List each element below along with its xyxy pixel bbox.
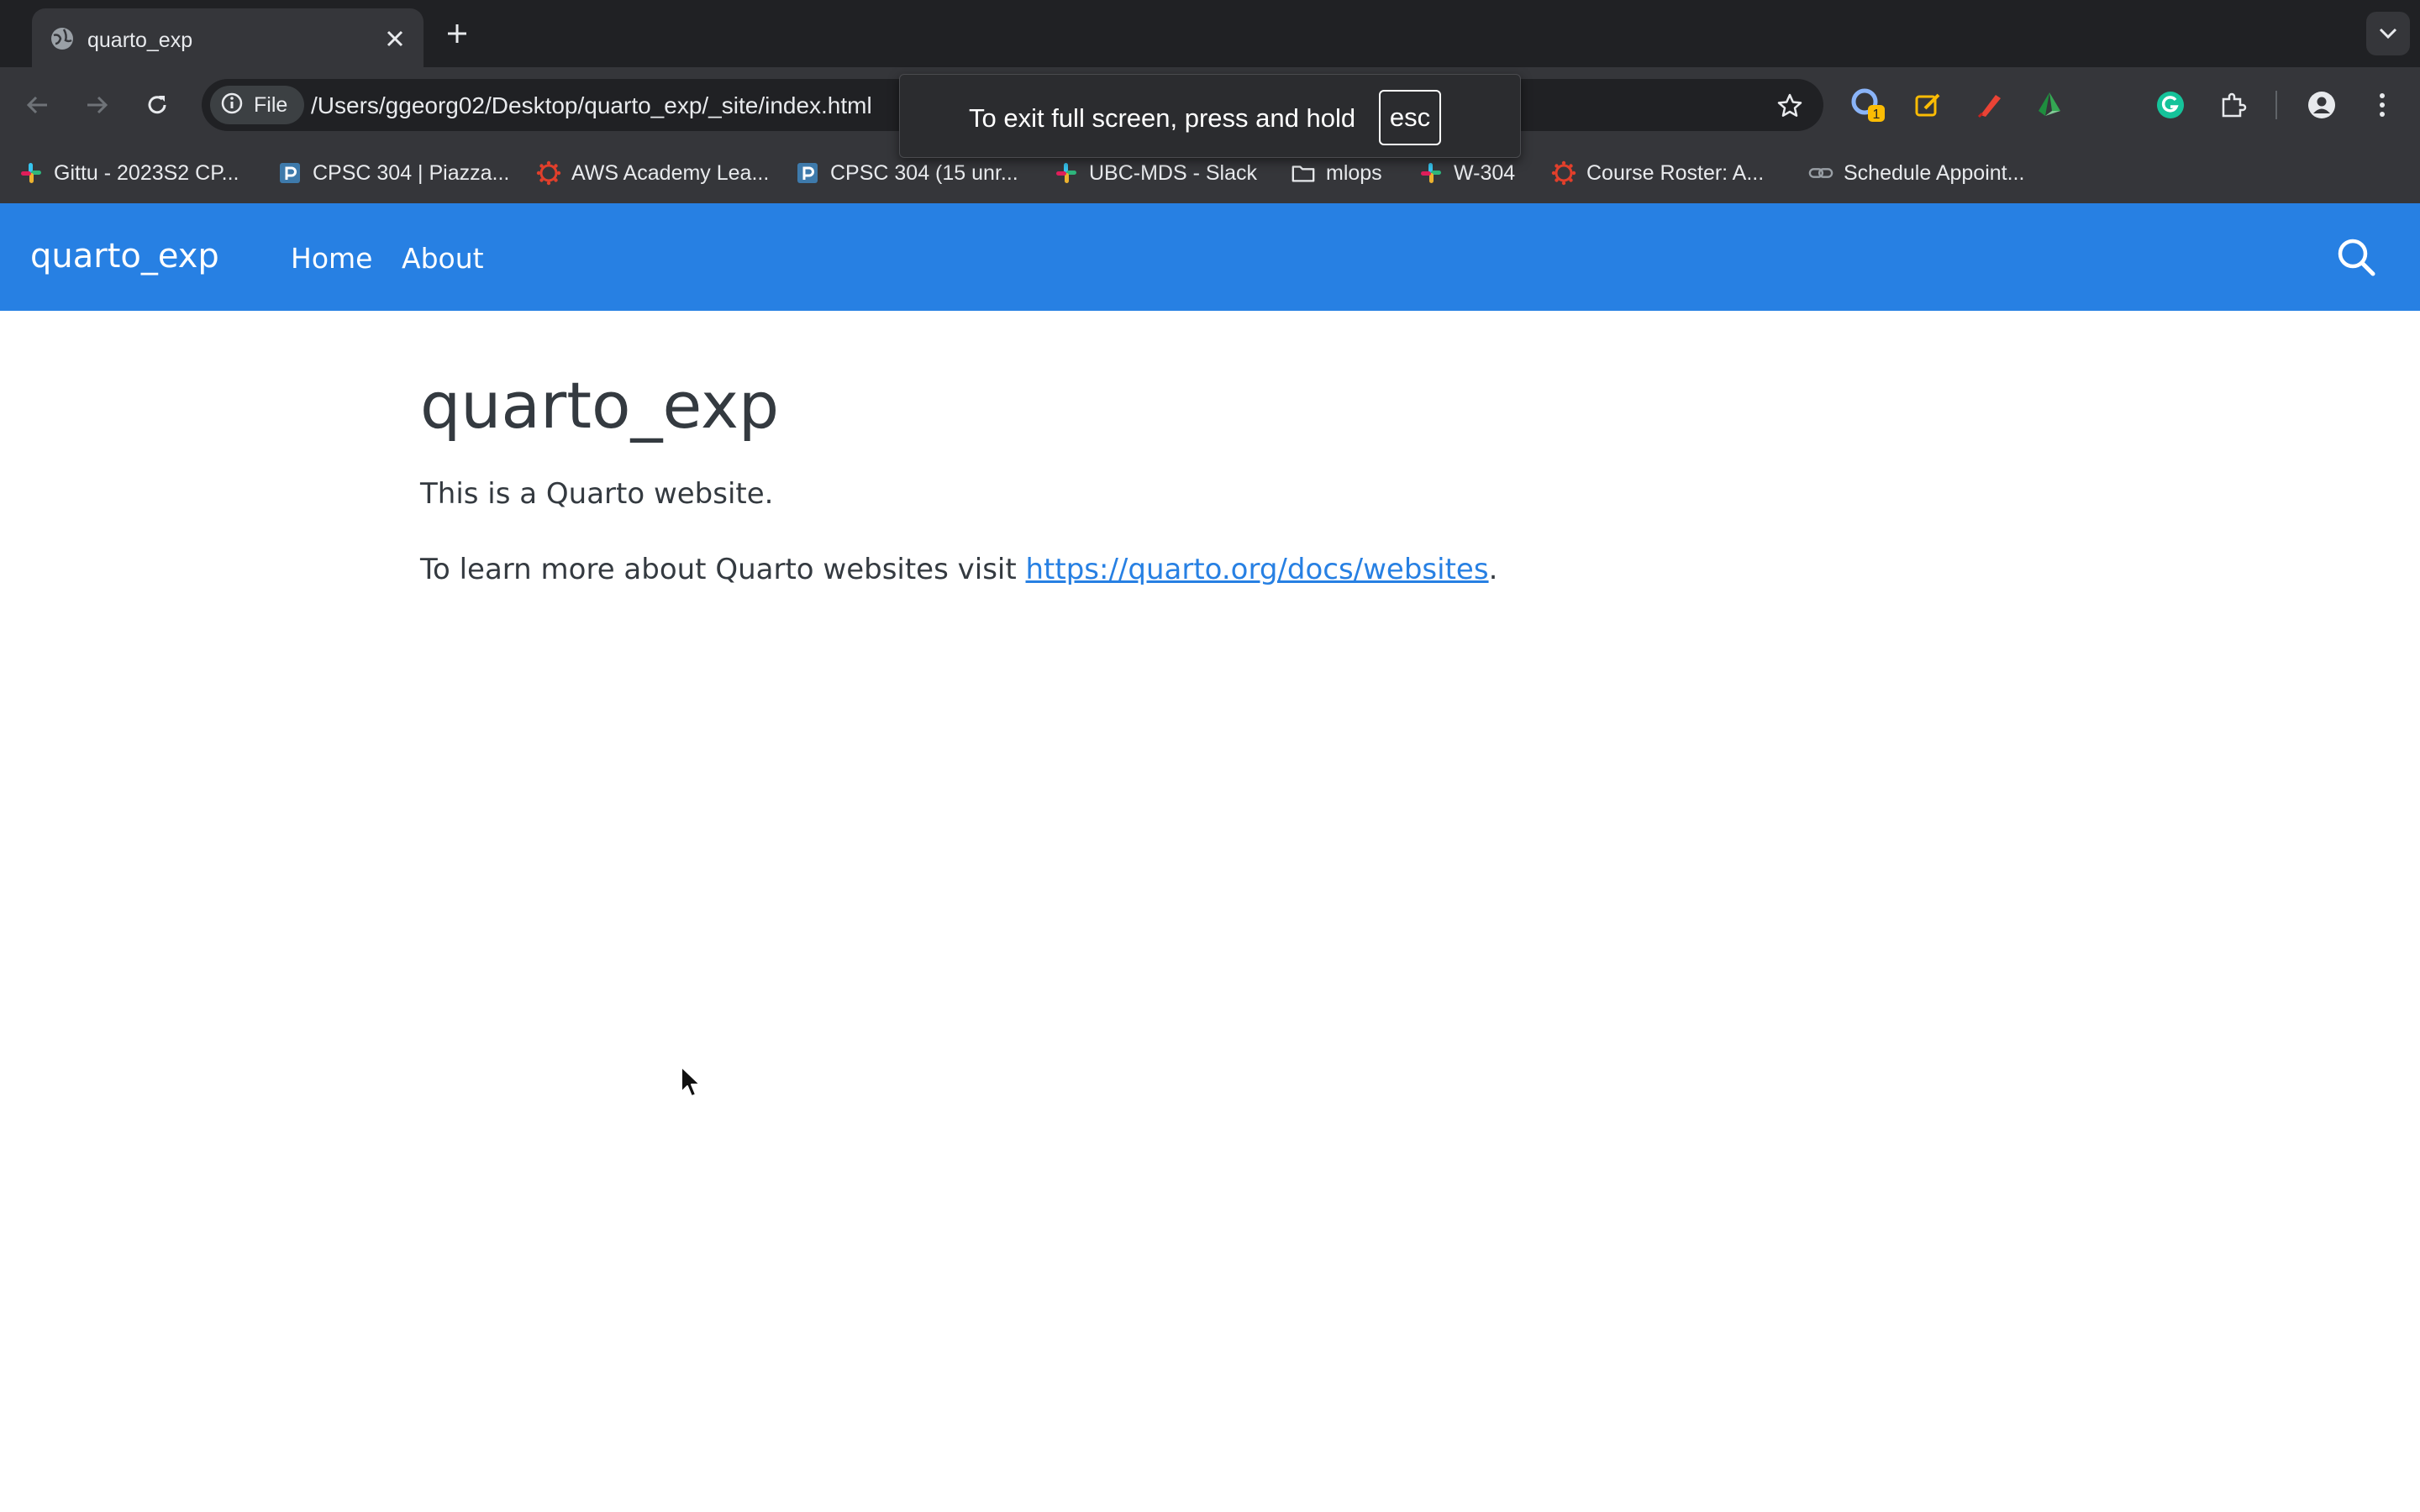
extension-badge-count: 1: [1873, 108, 1881, 122]
more-menu-icon[interactable]: [2363, 86, 2402, 124]
slack-icon: [1418, 160, 1444, 186]
bookmark-item[interactable]: AWS Academy Lea...: [536, 158, 769, 188]
esc-key-badge: esc: [1379, 90, 1441, 145]
bookmark-item[interactable]: mlops: [1291, 158, 1382, 188]
tab-search-chevron-icon[interactable]: [2366, 12, 2410, 55]
grammarly-icon[interactable]: [2151, 86, 2190, 124]
bookmark-label: Gittu - 2023S2 CP...: [54, 160, 239, 185]
link-icon: [1808, 160, 1833, 186]
fullscreen-toast-text: To exit full screen, press and hold: [969, 103, 1356, 133]
bookmark-item[interactable]: CPSC 304 (15 unr...: [795, 158, 1018, 188]
extension-badge-icon[interactable]: 1: [1849, 86, 1887, 124]
bookmark-label: CPSC 304 | Piazza...: [313, 160, 510, 185]
url-text[interactable]: /Users/ggeorg02/Desktop/quarto_exp/_site…: [311, 92, 872, 119]
marker-extension-icon[interactable]: [1970, 86, 2008, 124]
piazza-icon: [795, 160, 820, 186]
canvas-icon: [1551, 160, 1576, 186]
fullscreen-exit-toast: To exit full screen, press and hold esc: [899, 74, 1521, 158]
bookmark-label: Schedule Appoint...: [1844, 160, 2025, 185]
folder-icon: [1291, 160, 1316, 186]
globe-icon: [49, 25, 76, 52]
close-tab-icon[interactable]: [378, 22, 412, 55]
page-title: quarto_exp: [420, 368, 780, 443]
piazza-icon: [277, 160, 302, 186]
nav-link-home[interactable]: Home: [291, 242, 372, 275]
bookmark-label: mlops: [1326, 160, 1382, 185]
slack-icon: [1054, 160, 1079, 186]
site-brand-link[interactable]: quarto_exp: [30, 237, 219, 276]
bookmark-label: Course Roster: A...: [1586, 160, 1765, 185]
intro-paragraph: This is a Quarto website.: [420, 477, 774, 511]
browser-tab[interactable]: quarto_exp: [32, 8, 424, 67]
site-info-chip[interactable]: File: [210, 86, 304, 124]
quarto-docs-link[interactable]: https://quarto.org/docs/websites: [1026, 553, 1489, 586]
tab-strip: quarto_exp: [0, 0, 2420, 67]
tab-title: quarto_exp: [87, 29, 193, 52]
mouse-cursor-icon: [681, 1066, 701, 1097]
extensions-puzzle-icon[interactable]: [2213, 86, 2252, 124]
slack-icon: [18, 160, 44, 186]
bookmark-item[interactable]: CPSC 304 | Piazza...: [277, 158, 509, 188]
back-arrow-icon[interactable]: [18, 86, 57, 124]
info-icon: [220, 92, 244, 119]
forward-arrow-icon[interactable]: [77, 86, 116, 124]
bookmark-item[interactable]: UBC-MDS - Slack: [1054, 158, 1257, 188]
bookmark-star-icon[interactable]: [1771, 87, 1808, 124]
bookmark-item[interactable]: W-304: [1418, 158, 1515, 188]
new-tab-icon[interactable]: [440, 17, 474, 50]
note-edit-extension-icon[interactable]: [1909, 86, 1948, 124]
site-navbar: quarto_exp Home About: [0, 203, 2420, 311]
canvas-icon: [536, 160, 561, 186]
toolbar-divider: [2275, 91, 2277, 119]
bookmark-item[interactable]: Course Roster: A...: [1551, 158, 1764, 188]
file-chip-label: File: [254, 92, 288, 117]
bookmark-label: AWS Academy Lea...: [571, 160, 770, 185]
search-icon[interactable]: [2333, 234, 2380, 281]
bookmark-label: CPSC 304 (15 unr...: [830, 160, 1018, 185]
bookmark-label: W-304: [1454, 160, 1516, 185]
learn-more-text: To learn more about Quarto websites visi…: [420, 553, 1026, 586]
bookmark-item[interactable]: Gittu - 2023S2 CP...: [18, 158, 239, 188]
bookmark-item[interactable]: Schedule Appoint...: [1808, 158, 2024, 188]
learn-more-suffix: .: [1488, 553, 1498, 586]
drive-extension-icon[interactable]: [2030, 86, 2069, 124]
nav-link-about[interactable]: About: [402, 242, 484, 275]
reload-icon[interactable]: [138, 86, 176, 124]
learn-more-paragraph: To learn more about Quarto websites visi…: [420, 553, 1497, 586]
bookmark-label: UBC-MDS - Slack: [1089, 160, 1258, 185]
profile-avatar-icon[interactable]: [2302, 86, 2341, 124]
